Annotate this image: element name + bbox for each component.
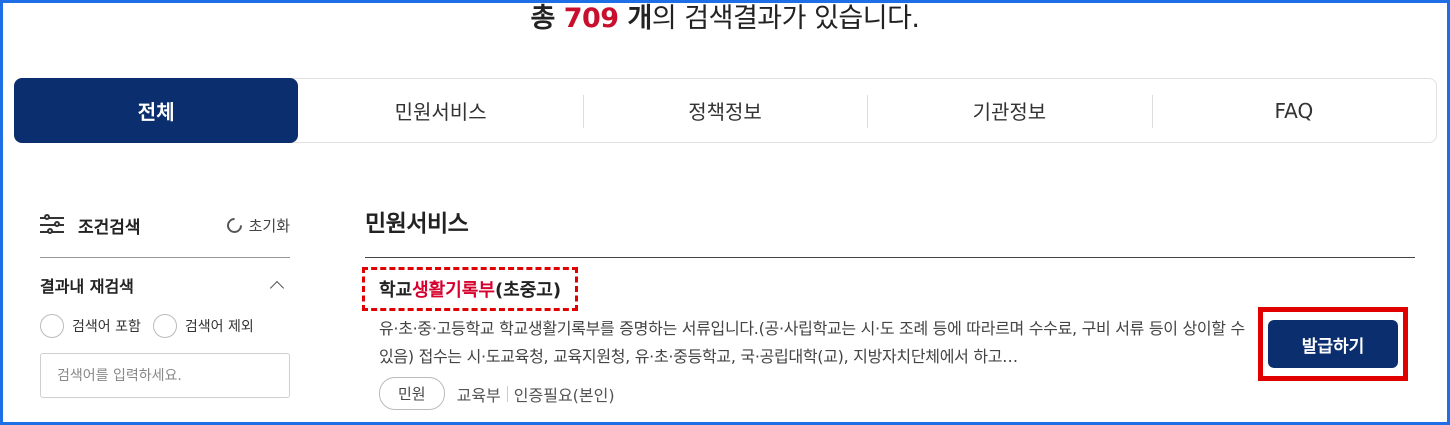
section-divider — [365, 257, 1415, 258]
tag-divider — [506, 385, 508, 402]
radio-circle[interactable] — [152, 314, 177, 338]
result-title-link[interactable]: 학교생활기록부(초중고) — [362, 267, 579, 311]
research-options: 검색어 포함 검색어 제외 — [40, 312, 290, 340]
category-tabs: 전체 민원서비스 정책정보 기관정보 FAQ — [14, 78, 1437, 143]
section-title: 민원서비스 — [365, 211, 469, 237]
reset-button[interactable]: 초기화 — [223, 214, 290, 236]
category-chip: 민원 — [379, 377, 445, 410]
result-count: 709 — [563, 3, 619, 34]
radio-circle[interactable] — [40, 314, 64, 338]
filter-title: 조건검색 — [78, 217, 141, 238]
auth-label: 인증필요(본인) — [513, 385, 615, 405]
org-label: 교육부 — [456, 385, 501, 405]
results-main: 민원서비스 학교생활기록부(초중고) 유·초·중·고등학교 학교생활기록부를 증… — [362, 205, 1415, 410]
research-title: 결과내 재검색 — [40, 277, 134, 296]
tab-policy-info[interactable]: 정책정보 — [582, 79, 867, 142]
tab-all[interactable]: 전체 — [14, 78, 299, 143]
filter-sliders-icon — [40, 214, 64, 236]
filter-header: 조건검색 초기화 — [40, 205, 290, 245]
title-keyword-highlight: 생활기록부 — [412, 280, 495, 301]
include-keyword-radio[interactable]: 검색어 포함 — [40, 314, 141, 338]
research-search-input[interactable] — [40, 353, 290, 398]
refresh-icon — [223, 214, 245, 236]
tab-civil-service[interactable]: 민원서비스 — [298, 79, 582, 142]
reset-label: 초기화 — [248, 216, 290, 235]
result-tags: 민원 교육부 인증필요(본인) — [379, 377, 615, 410]
issue-button[interactable]: 발급하기 — [1268, 320, 1398, 368]
result-count-summary: 총 709 개의 검색결과가 있습니다. — [530, 3, 920, 34]
filter-sidebar: 조건검색 초기화 결과내 재검색 검색어 포함 검색어 제외 — [40, 205, 290, 398]
research-header: 결과내 재검색 — [40, 258, 290, 312]
tab-faq[interactable]: FAQ — [1151, 79, 1436, 142]
issue-button-highlight: 발급하기 — [1258, 307, 1408, 381]
tab-agency-info[interactable]: 기관정보 — [867, 79, 1151, 142]
chevron-up-icon[interactable] — [269, 280, 285, 296]
result-description: 유·초·중·고등학교 학교생활기록부를 증명하는 서류입니다.(공·사립학교는 … — [379, 319, 1245, 366]
exclude-keyword-radio[interactable]: 검색어 제외 — [152, 314, 254, 338]
